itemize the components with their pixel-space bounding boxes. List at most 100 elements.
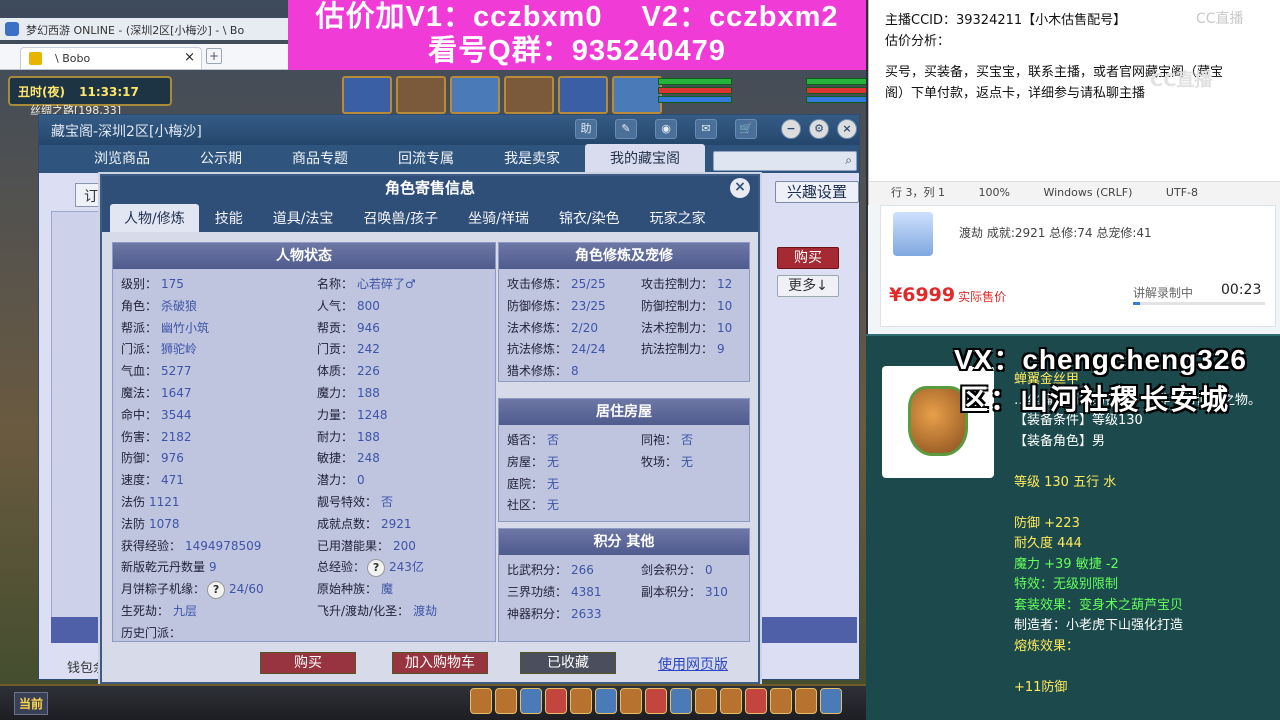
tab-character[interactable]: 人物/修炼 bbox=[110, 204, 199, 232]
cart-icon[interactable]: 🛒 bbox=[735, 119, 757, 139]
tab-pets[interactable]: 召唤兽/孩子 bbox=[349, 204, 452, 232]
browser-tab[interactable]: \ Bobo × bbox=[20, 47, 202, 69]
tab-home[interactable]: 玩家之家 bbox=[636, 204, 720, 232]
cultivation-row: 攻击修炼： 25/25 bbox=[507, 275, 606, 292]
product-card[interactable]: 渡劫 成就:2921 总修:74 总宠修:41 ¥6999 实际售价 讲解录制中 … bbox=[880, 205, 1276, 327]
modal-tabs: 人物/修炼 技能 道具/法宝 召唤兽/孩子 坐骑/祥瑞 锦衣/染色 玩家之家 bbox=[102, 200, 758, 232]
field-label: 帮贡： bbox=[317, 320, 354, 335]
cbg-titlebar: 藏宝阁-深圳2区[小梅沙] 助 ✎ ◉ ✉ 🛒 − ⚙ × bbox=[39, 115, 859, 145]
tab-seller[interactable]: 我是卖家 bbox=[479, 148, 585, 173]
field-label: 命中： bbox=[121, 407, 158, 422]
field-value: 10 bbox=[717, 298, 733, 313]
status-row: 生死劫： 九层 bbox=[121, 602, 197, 619]
field-label: 总经验： bbox=[317, 560, 366, 575]
house-row: 庭院：无 bbox=[507, 475, 559, 492]
field-value: 0 bbox=[357, 473, 365, 488]
record-progress bbox=[1133, 302, 1265, 305]
field-label: 比武积分： bbox=[507, 563, 568, 577]
modal-close-icon[interactable]: × bbox=[730, 178, 750, 198]
system-icon[interactable] bbox=[770, 688, 792, 714]
pet-icon[interactable] bbox=[495, 688, 517, 714]
bag-icon[interactable] bbox=[470, 688, 492, 714]
tab-mounts[interactable]: 坐骑/祥瑞 bbox=[454, 204, 543, 232]
shop-panel: 渡劫 成就:2921 总修:74 总宠修:41 ¥6999 实际售价 讲解录制中 … bbox=[868, 205, 1280, 335]
field-value: 否 bbox=[681, 433, 694, 447]
help-icon[interactable]: ? bbox=[207, 581, 226, 600]
task-icon[interactable] bbox=[595, 688, 617, 714]
add-to-cart-button[interactable]: 加入购物车 bbox=[392, 652, 488, 674]
field-label: 抗法控制力： bbox=[641, 342, 714, 357]
portrait-avatar[interactable] bbox=[342, 76, 392, 114]
interest-settings-button[interactable]: 兴趣设置 bbox=[775, 181, 859, 203]
status-row: 名称： 心若碎了♂ bbox=[317, 275, 416, 292]
chat-icon[interactable]: ✉ bbox=[695, 119, 717, 139]
minimize-icon[interactable]: − bbox=[781, 119, 801, 139]
field-value: 5277 bbox=[161, 364, 192, 379]
field-label: 获得经验： bbox=[121, 538, 182, 553]
search-input[interactable]: ⌕ bbox=[713, 151, 857, 171]
team-icon[interactable] bbox=[520, 688, 542, 714]
tab-close-icon[interactable]: × bbox=[184, 50, 195, 65]
settings-icon[interactable]: ⚙ bbox=[809, 119, 829, 139]
portrait-avatar[interactable] bbox=[396, 76, 446, 114]
field-value: 175 bbox=[161, 277, 184, 291]
role-info-modal: 角色寄售信息 × 人物/修炼 技能 道具/法宝 召唤兽/孩子 坐骑/祥瑞 锦衣/… bbox=[100, 174, 760, 684]
tab-return[interactable]: 回流专属 bbox=[373, 148, 479, 173]
field-label: 法防 bbox=[121, 516, 146, 531]
more-button[interactable]: 更多↓ bbox=[777, 275, 839, 297]
portrait-avatar[interactable] bbox=[504, 76, 554, 114]
search-icon[interactable]: ⌕ bbox=[845, 153, 852, 168]
cultivation-row: 防御控制力： 10 bbox=[641, 297, 732, 314]
field-value: 无 bbox=[681, 454, 694, 469]
list-buy-button[interactable]: 购买 bbox=[777, 247, 839, 269]
close-icon[interactable]: × bbox=[837, 119, 857, 139]
record-icon[interactable]: ◉ bbox=[655, 119, 677, 139]
product-summary: 渡劫 成就:2921 总修:74 总宠修:41 bbox=[959, 226, 1152, 240]
skill-icon[interactable] bbox=[645, 688, 667, 714]
portrait-avatar[interactable] bbox=[558, 76, 608, 114]
shop-icon[interactable] bbox=[620, 688, 642, 714]
tab-public[interactable]: 公示期 bbox=[175, 148, 267, 173]
tooltip-line: 【装备角色】男 bbox=[1014, 433, 1106, 449]
guild-icon[interactable] bbox=[570, 688, 592, 714]
tab-items[interactable]: 道具/法宝 bbox=[259, 204, 348, 232]
use-web-link[interactable]: 使用网页版 bbox=[658, 654, 728, 674]
settings-icon[interactable] bbox=[795, 688, 817, 714]
field-label: 力量： bbox=[317, 407, 354, 422]
collected-button[interactable]: 已收藏 bbox=[520, 652, 616, 674]
channel-current[interactable]: 当前 bbox=[14, 692, 49, 715]
field-label: 靓号特效： bbox=[317, 495, 378, 509]
tab-topics[interactable]: 商品专题 bbox=[267, 148, 373, 173]
field-value: 9 bbox=[717, 342, 725, 357]
mail-icon[interactable] bbox=[670, 688, 692, 714]
portrait-avatar[interactable] bbox=[450, 76, 500, 114]
score-row: 神器积分： 2633 bbox=[507, 605, 602, 622]
cursor-position: 行 3，列 1 bbox=[891, 186, 945, 199]
record-status: 讲解录制中 bbox=[1133, 286, 1194, 300]
portrait-avatar[interactable] bbox=[612, 76, 662, 114]
field-value: 188 bbox=[357, 386, 380, 400]
game-app-icon bbox=[5, 22, 19, 36]
status-row: 法防 1078 bbox=[121, 515, 180, 532]
field-value: 3544 bbox=[161, 407, 192, 422]
help-icon[interactable]: ? bbox=[367, 559, 386, 578]
tab-skills[interactable]: 技能 bbox=[201, 204, 257, 232]
rank-icon[interactable] bbox=[745, 688, 767, 714]
activity-icon[interactable] bbox=[720, 688, 742, 714]
window-title: 梦幻西游 ONLINE - (深圳2区[小梅沙] - \ Bo bbox=[26, 24, 245, 37]
field-value: 200 bbox=[393, 538, 416, 553]
menu-icon[interactable] bbox=[820, 688, 842, 714]
tab-my-cbg[interactable]: 我的藏宝阁 bbox=[585, 144, 705, 173]
buy-button[interactable]: 购买 bbox=[260, 652, 356, 674]
tooltip-line: 制造者：小老虎下山强化打造 bbox=[1014, 618, 1184, 633]
help-button[interactable]: 助 bbox=[575, 119, 597, 139]
tooltip-line: 耐久度 444 bbox=[1014, 536, 1082, 551]
hammer-icon[interactable]: ✎ bbox=[615, 119, 637, 139]
tab-browse[interactable]: 浏览商品 bbox=[69, 148, 175, 173]
friends-icon[interactable] bbox=[545, 688, 567, 714]
map-icon[interactable] bbox=[695, 688, 717, 714]
house-row: 社区：无 bbox=[507, 496, 559, 513]
tab-outfits[interactable]: 锦衣/染色 bbox=[545, 204, 634, 232]
status-row: 总经验：? 243亿 bbox=[317, 558, 424, 578]
new-tab-button[interactable]: + bbox=[206, 48, 222, 64]
